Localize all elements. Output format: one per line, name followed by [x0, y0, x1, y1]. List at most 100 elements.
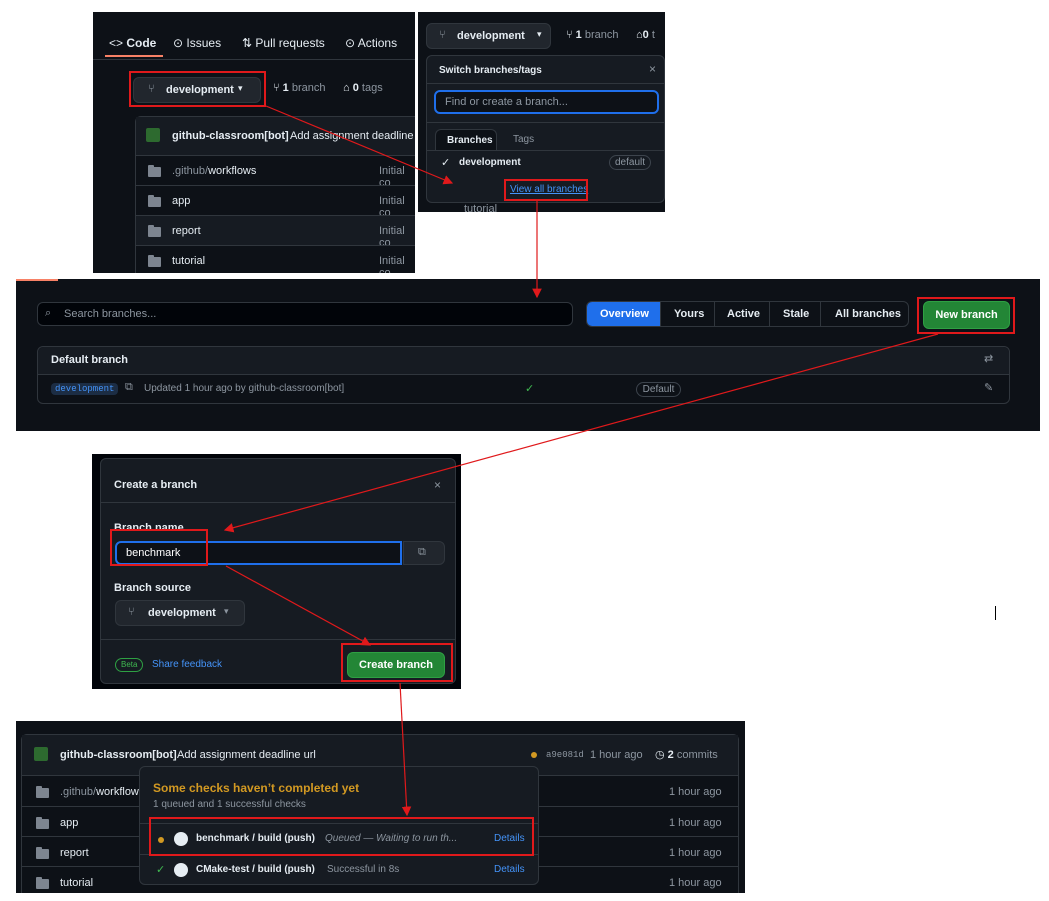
check-icon: ✓	[156, 864, 166, 876]
commit-message[interactable]: Add assignment deadline url	[177, 749, 316, 761]
annotation-box	[129, 71, 266, 107]
filter-all-branches[interactable]: All branches	[820, 302, 908, 326]
beta-badge: Beta	[115, 658, 144, 672]
github-logo-icon	[174, 863, 188, 877]
file-time: 1 hour ago	[669, 817, 722, 829]
tab-branches[interactable]: Branches	[435, 129, 497, 151]
file-name: report	[60, 847, 89, 859]
branch-updated-text: Updated 1 hour ago by github-classroom[b…	[144, 383, 345, 394]
file-name: .github/workflows	[172, 165, 256, 177]
tag-word: tags	[361, 82, 383, 94]
tab-pull-requests[interactable]: ⇅ Pull requests	[242, 36, 325, 50]
check-row-cmake[interactable]: ✓ CMake-test / build (push) Successful i…	[140, 855, 538, 885]
branch-source-select[interactable]: ⑂ development ▾	[115, 600, 245, 626]
file-name-text: workflow	[96, 786, 139, 798]
check-details-link[interactable]: Details	[494, 864, 525, 875]
file-row[interactable]: .github/workflows Initial co	[136, 155, 415, 189]
branch-count-link[interactable]: ⑂ 1 branch	[273, 82, 326, 94]
folder-icon	[148, 225, 161, 237]
caret-down-icon: ▾	[537, 29, 542, 39]
tag-count-link[interactable]: ⌂0 t	[636, 29, 655, 41]
file-row[interactable]: report Initial co	[136, 215, 415, 249]
file-name: app	[60, 817, 79, 829]
checks-title: Some checks haven’t completed yet	[153, 781, 360, 795]
file-list: github-classroom[bot] Add assignment dea…	[135, 116, 415, 273]
filter-active-label: Active	[727, 308, 761, 320]
switch-icon[interactable]: ⇄	[984, 352, 993, 365]
branch-icon: ⑂	[128, 606, 135, 618]
commit-sha[interactable]: a9e081d	[546, 750, 584, 760]
issues-icon: ⊙	[173, 36, 184, 50]
history-icon: ◷	[655, 749, 665, 761]
branch-count-link[interactable]: ⑂ 1 branch	[566, 29, 619, 41]
tag-icon: ⌂	[343, 82, 350, 94]
check-name: CMake-test / build (push)	[196, 864, 315, 875]
dialog-title: Create a branch	[114, 479, 198, 491]
actions-icon: ⊙	[345, 36, 356, 50]
file-row[interactable]: app Initial co	[136, 185, 415, 219]
commit-author[interactable]: github-classroom[bot]	[60, 749, 177, 761]
search-icon: ⌕	[45, 307, 52, 319]
folder-icon	[36, 877, 49, 889]
branch-select-button[interactable]: ⑂ development ▾	[426, 23, 551, 49]
tag-count-link[interactable]: ⌂ 0 tags	[343, 82, 383, 94]
file-name: tutorial	[60, 877, 94, 889]
default-branch-box: Default branch ⇄ development ⧉ Updated 1…	[37, 346, 1010, 404]
tab-code[interactable]: <> Code	[109, 36, 156, 50]
branch-icon: ⑂	[439, 29, 446, 41]
branch-search-input[interactable]: ⌕ Search branches...	[37, 302, 573, 326]
tab-issues[interactable]: ⊙ Issues	[173, 36, 221, 50]
commit-author[interactable]: github-classroom[bot]	[172, 130, 289, 142]
folder-icon	[148, 255, 161, 267]
file-prefix: .github/	[60, 786, 97, 798]
filter-yours[interactable]: Yours	[660, 302, 715, 326]
annotation-box	[917, 297, 1015, 334]
annotation-box	[149, 817, 534, 856]
branch-filter-tabs: Overview Yours Active Stale All branches	[586, 301, 909, 327]
commit-message[interactable]: Add assignment deadline	[290, 130, 414, 142]
filter-active[interactable]: Active	[714, 302, 770, 326]
check-icon: ✓	[525, 383, 535, 395]
branch-count: 1	[575, 29, 582, 41]
branch-icon: ⑂	[273, 82, 280, 94]
file-row[interactable]: tutorial Initial co	[136, 245, 415, 273]
copy-icon[interactable]: ⧉	[125, 381, 133, 394]
close-icon[interactable]: ×	[434, 478, 441, 492]
avatar	[146, 128, 160, 142]
code-icon: <>	[109, 36, 124, 50]
history-link[interactable]: ◷ 2 commits	[655, 748, 718, 761]
branch-count: 1	[282, 82, 289, 94]
repo-code-panel: <> Code ⊙ Issues ⇅ Pull requests ⊙ Actio…	[93, 12, 415, 273]
tab-actions[interactable]: ⊙ Actions	[345, 36, 397, 50]
dialog-divider	[101, 639, 455, 640]
file-name: .github/workflow	[60, 786, 139, 798]
menu-divider	[427, 122, 664, 123]
checks-subtitle: 1 queued and 1 successful checks	[153, 799, 306, 810]
edit-pencil-icon[interactable]: ✎	[984, 381, 993, 394]
file-name: tutorial	[172, 255, 206, 267]
branch-name-chip[interactable]: development	[51, 383, 119, 395]
folder-icon	[148, 195, 161, 207]
share-feedback-link[interactable]: Share feedback	[152, 659, 222, 670]
menu-divider	[427, 83, 664, 84]
copy-button[interactable]: ⧉	[403, 541, 445, 565]
caret-down-icon: ▾	[224, 606, 229, 616]
folder-icon	[36, 817, 49, 829]
branch-search-input[interactable]: Find or create a branch...	[434, 90, 659, 114]
tag-icon: ⌂	[636, 29, 643, 41]
tag-count: 0	[352, 82, 359, 94]
tab-actions-label: Actions	[357, 36, 398, 50]
file-commit: Initial co	[379, 255, 405, 273]
file-name-text: workflows	[208, 165, 257, 177]
tab-tags[interactable]: Tags	[513, 134, 534, 145]
close-icon[interactable]: ×	[649, 62, 656, 76]
pending-status-dot[interactable]	[531, 752, 537, 758]
filter-overview[interactable]: Overview	[587, 302, 660, 326]
section-title: Default branch	[51, 354, 129, 366]
pull-request-icon: ⇅	[242, 36, 253, 50]
branch-option[interactable]: ✓ development default	[427, 152, 664, 176]
filter-stale[interactable]: Stale	[769, 302, 821, 326]
folder-icon	[148, 165, 161, 177]
tab-branches-label: Branches	[447, 135, 493, 146]
branch-select-label: development	[457, 30, 525, 42]
